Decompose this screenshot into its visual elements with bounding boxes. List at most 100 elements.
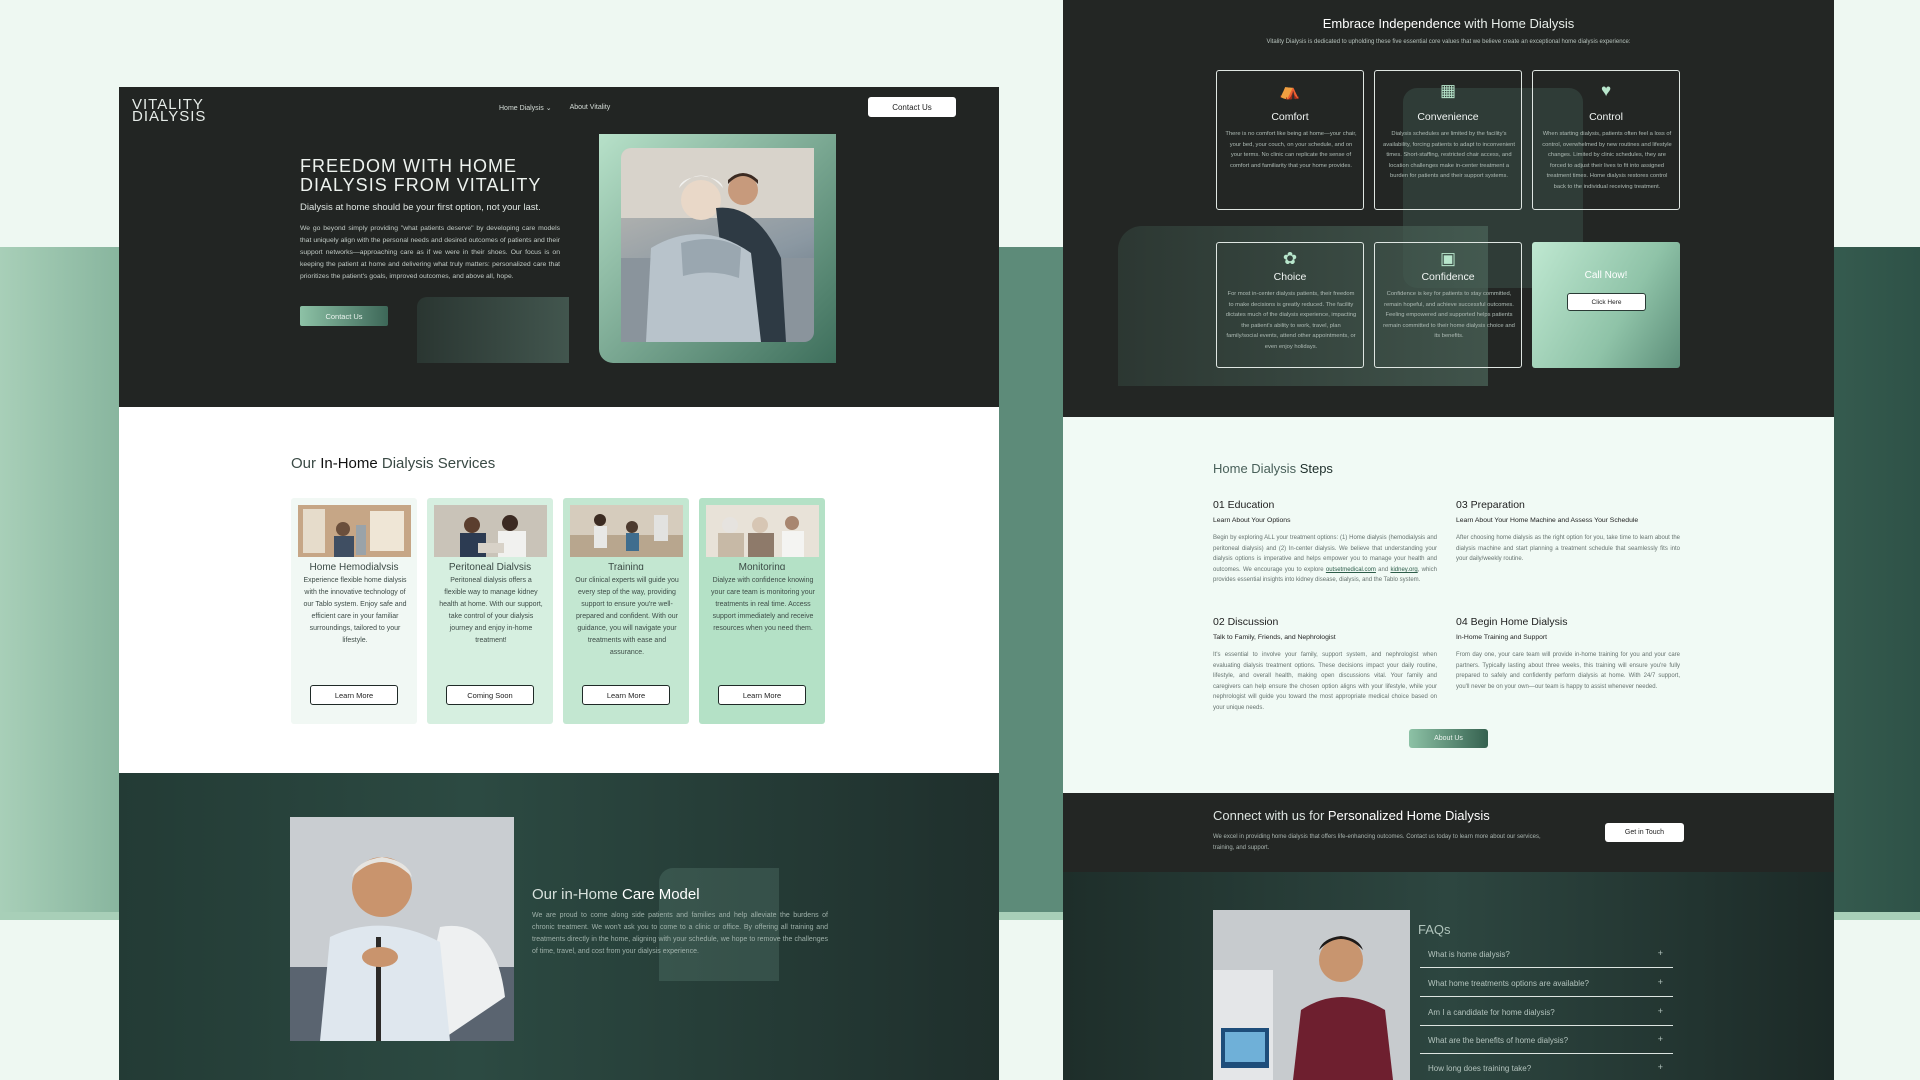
connect-title: Connect with us for Personalized Home Di… <box>1213 808 1490 823</box>
value-description: There is no comfort like being at home—y… <box>1225 131 1357 169</box>
service-card-home-hemodialysis: Home Hemodialysis Experience flexible ho… <box>291 498 417 724</box>
value-description: For most in-center dialysis patients, th… <box>1225 291 1357 350</box>
faq-item[interactable]: What home treatments options are availab… <box>1420 973 1673 997</box>
step-heading: 02 Discussion <box>1213 616 1279 628</box>
step-subheading: Learn About Your Options <box>1213 517 1291 524</box>
step-education: 01 Education Learn About Your Options Be… <box>1213 499 1437 586</box>
value-card-choice: ✿ Choice For most in-center dialysis pat… <box>1216 242 1364 368</box>
step-body: From day one, your care team will provid… <box>1456 652 1680 690</box>
hero-photo <box>621 148 814 342</box>
step-discussion: 02 Discussion Talk to Family, Friends, a… <box>1213 616 1437 714</box>
learn-more-button[interactable]: Learn More <box>582 685 670 705</box>
connect-title-bold: Personalized Home Dialysis <box>1327 808 1490 823</box>
faq-photo <box>1213 910 1410 1080</box>
values-section: Embrace Independence with Home Dialysis … <box>1063 0 1834 417</box>
steps-title-pre: Home Dialysis <box>1213 461 1300 476</box>
value-name: Control <box>1589 111 1623 123</box>
care-photo <box>290 817 514 1041</box>
services-title-bold: In-Home <box>320 455 378 472</box>
faq-question: How long does training take? <box>1428 1064 1532 1073</box>
faq-question: What home treatments options are availab… <box>1428 979 1589 988</box>
logo[interactable]: VITALITY DIALYSIS <box>132 97 207 125</box>
logo-line-2: DIALYSIS <box>132 108 207 125</box>
learn-more-button[interactable]: Learn More <box>718 685 806 705</box>
hero-subtitle: Dialysis at home should be your first op… <box>300 202 541 213</box>
values-subtitle: Vitality Dialysis is dedicated to uphold… <box>1266 39 1631 45</box>
care-title-bold: Care Model <box>622 886 700 903</box>
connect-title-pre: Connect with us for <box>1213 808 1328 823</box>
care-title: Our in-Home Care Model <box>532 886 700 903</box>
step-body: Begin by exploring ALL your treatment op… <box>1213 533 1437 586</box>
faq-question: What are the benefits of home dialysis? <box>1428 1036 1569 1045</box>
get-in-touch-button[interactable]: Get in Touch <box>1605 823 1684 842</box>
step-begin-home-dialysis: 04 Begin Home Dialysis In-Home Training … <box>1456 616 1680 692</box>
step-subheading: Talk to Family, Friends, and Nephrologis… <box>1213 634 1336 641</box>
value-name: Convenience <box>1417 111 1479 123</box>
call-now-title: Call Now! <box>1584 270 1628 281</box>
values-title-post: with Home Dialysis <box>1460 16 1575 31</box>
service-description: Experience flexible home dialysis with t… <box>303 577 407 644</box>
faq-item[interactable]: How long does training take? + <box>1420 1058 1673 1080</box>
care-body: We are proud to come along side patients… <box>532 912 828 955</box>
service-image <box>434 505 547 557</box>
plus-icon: + <box>1657 1006 1663 1016</box>
right-page-mockup: Embrace Independence with Home Dialysis … <box>1063 0 1834 1080</box>
value-name: Comfort <box>1271 111 1309 123</box>
values-title: Embrace Independence with Home Dialysis <box>1063 16 1834 31</box>
value-card-control: ♥ Control When starting dialysis, patien… <box>1532 70 1680 210</box>
step-body: After choosing home dialysis as the righ… <box>1456 535 1680 563</box>
steps-title-bold: Steps <box>1299 461 1333 476</box>
choice-icon: ✿ <box>1282 249 1298 268</box>
values-title-bold: Embrace Independence <box>1322 16 1461 31</box>
plus-icon: + <box>1657 1062 1663 1072</box>
nav-contact-button[interactable]: Contact Us <box>868 97 956 117</box>
main-nav: Home Dialysis ⌄ About Vitality <box>499 104 610 112</box>
click-here-button[interactable]: Click Here <box>1567 293 1646 311</box>
hero-contact-button[interactable]: Contact Us <box>300 306 388 326</box>
care-title-pre: Our in-Home <box>532 886 623 903</box>
kidney-org-link[interactable]: kidney.org <box>1390 567 1417 573</box>
step-subheading: In-Home Training and Support <box>1456 634 1548 641</box>
nav-home-dialysis[interactable]: Home Dialysis ⌄ <box>499 104 552 112</box>
hero-title: FREEDOM WITH HOME DIALYSIS FROM VITALITY <box>300 156 542 195</box>
value-description: Confidence is key for patients to stay c… <box>1383 291 1515 339</box>
value-description: When starting dialysis, patients often f… <box>1542 131 1672 190</box>
about-us-button[interactable]: About Us <box>1409 729 1488 748</box>
service-image <box>706 505 819 557</box>
service-name: Peritoneal Dialysis <box>448 562 532 570</box>
service-description: Our clinical experts will guide you ever… <box>575 577 679 656</box>
value-card-comfort: ⛺ Comfort There is no comfort like being… <box>1216 70 1364 210</box>
hero-decoration <box>417 297 569 363</box>
value-description: Dialysis schedules are limited by the fa… <box>1383 131 1516 179</box>
steps-section: Home Dialysis Steps 01 Education Learn A… <box>1063 417 1834 793</box>
step-subheading: Learn About Your Home Machine and Assess… <box>1456 517 1639 524</box>
monitor-icon: ▣ <box>1439 249 1457 268</box>
faq-item[interactable]: Am I a candidate for home dialysis? + <box>1420 1002 1673 1026</box>
step-heading: 03 Preparation <box>1456 499 1525 511</box>
faq-title: FAQs <box>1418 922 1451 937</box>
step-body: It's essential to involve your family, s… <box>1213 652 1437 711</box>
services-title: Our In-Home Dialysis Services <box>291 455 495 472</box>
service-description: Peritoneal dialysis offers a flexible wa… <box>439 577 543 644</box>
faq-item[interactable]: What are the benefits of home dialysis? … <box>1420 1030 1673 1054</box>
faq-item[interactable]: What is home dialysis? + <box>1420 944 1673 968</box>
step-heading: 04 Begin Home Dialysis <box>1456 616 1568 628</box>
service-name: Training <box>608 562 644 570</box>
hero-section: VITALITY DIALYSIS Home Dialysis ⌄ About … <box>119 87 999 407</box>
outsetmedical-link[interactable]: outsetmedical.com <box>1326 567 1376 573</box>
service-image <box>298 505 411 557</box>
value-name: Confidence <box>1421 271 1475 283</box>
nav-about[interactable]: About Vitality <box>570 104 611 112</box>
faq-question: Am I a candidate for home dialysis? <box>1428 1008 1555 1017</box>
service-card-peritoneal-dialysis: Peritoneal Dialysis Peritoneal dialysis … <box>427 498 553 724</box>
service-name: Home Hemodialysis <box>309 562 399 570</box>
plus-icon: + <box>1657 977 1663 987</box>
learn-more-button[interactable]: Learn More <box>310 685 398 705</box>
plus-icon: + <box>1657 1034 1663 1044</box>
service-image <box>570 505 683 557</box>
coming-soon-button[interactable]: Coming Soon <box>446 685 534 705</box>
plus-icon: + <box>1657 948 1663 958</box>
value-card-confidence: ▣ Confidence Confidence is key for patie… <box>1374 242 1522 368</box>
services-title-post: Dialysis Services <box>377 455 496 472</box>
call-now-card: Call Now! Click Here <box>1532 242 1680 368</box>
